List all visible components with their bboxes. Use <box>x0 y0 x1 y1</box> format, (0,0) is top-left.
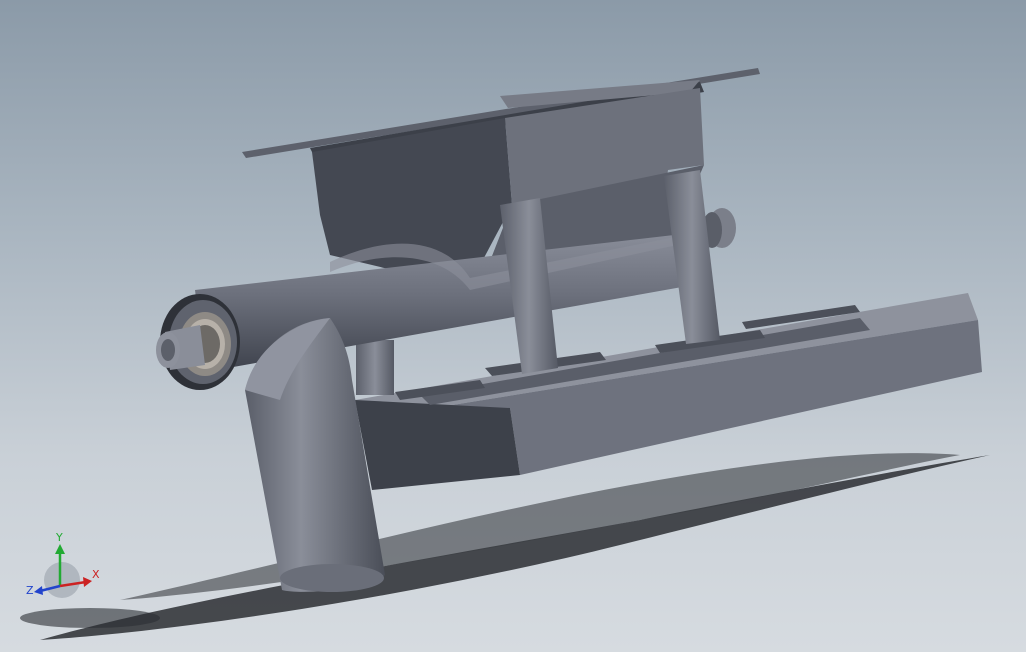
cad-model-scene[interactable] <box>0 0 1026 652</box>
outlet-opening <box>280 564 384 592</box>
y-axis-head <box>55 544 65 554</box>
coordinate-triad: Y X Z <box>26 531 100 598</box>
y-axis-label: Y <box>55 531 63 544</box>
bearing-housing[interactable] <box>156 294 240 390</box>
triad-sphere <box>44 562 80 598</box>
ground-shadow <box>20 453 990 640</box>
z-axis-head <box>34 586 43 595</box>
x-axis-head <box>83 577 92 587</box>
z-axis-label: Z <box>26 584 34 597</box>
rear-support-post[interactable] <box>356 340 394 395</box>
3d-viewport[interactable]: Y X Z <box>0 0 1026 652</box>
x-axis-label: X <box>92 568 100 581</box>
